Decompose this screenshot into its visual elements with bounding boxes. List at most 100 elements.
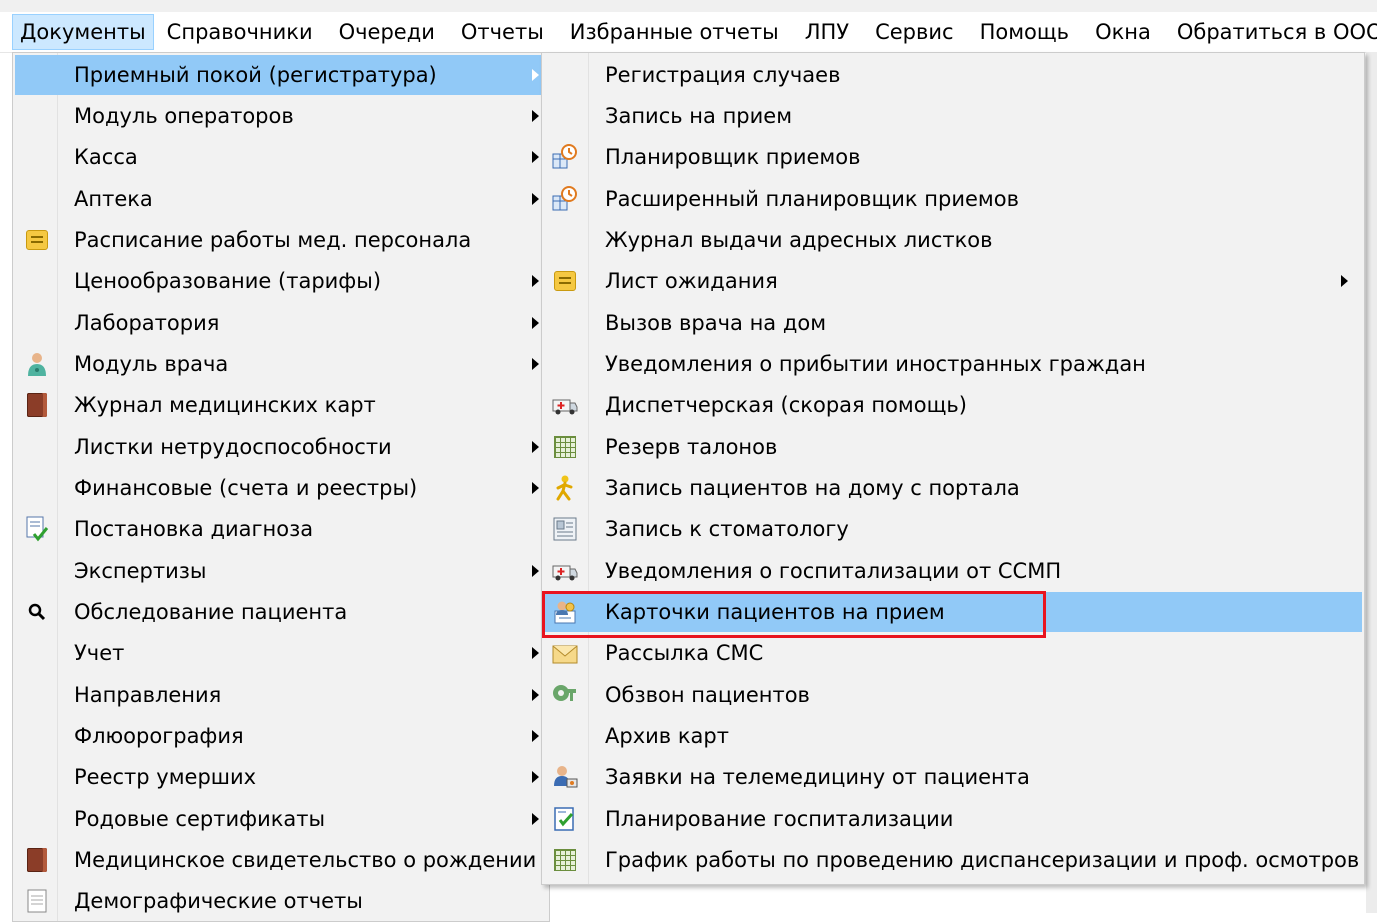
- submenu-item-card-archive[interactable]: Архив карт: [544, 716, 1362, 756]
- submenu-item-patient-calls[interactable]: Обзвон пациентов: [544, 675, 1362, 715]
- book-icon: [552, 723, 578, 749]
- patient-cards-icon: [552, 599, 578, 625]
- menu-item-accounting[interactable]: Учет: [15, 633, 547, 673]
- submenu-arrow-icon: [532, 813, 539, 825]
- grid-icon: [552, 434, 578, 460]
- menu-reports[interactable]: Отчеты: [448, 14, 557, 50]
- menu-queues[interactable]: Очереди: [326, 14, 448, 50]
- menu-item-fluorography[interactable]: Флюорография: [15, 716, 547, 756]
- menu-item-pricing[interactable]: Ценообразование (тарифы): [15, 261, 547, 301]
- menu-item-expertise[interactable]: Экспертизы: [15, 551, 547, 591]
- menu-item-label: Приемный покой (регистратура): [74, 63, 437, 87]
- submenu-arrow-icon: [532, 647, 539, 659]
- menu-item-referrals[interactable]: Направления: [15, 675, 547, 715]
- submenu-arrow-icon: [532, 69, 539, 81]
- submenu-item-label: Запись на прием: [605, 104, 793, 128]
- toolbar-remnant: [0, 0, 1377, 12]
- submenu-item-home-visit[interactable]: Вызов врача на дом: [544, 303, 1362, 343]
- submenu-item-hospitalization-notices[interactable]: Уведомления о госпитализации от ССМП: [544, 551, 1362, 591]
- submenu-item-label: Вызов врача на дом: [605, 311, 827, 335]
- menu-documents[interactable]: Документы: [12, 14, 154, 50]
- menu-item-label: Ценообразование (тарифы): [74, 269, 382, 293]
- book-icon: [552, 351, 578, 377]
- menu-item-label: Постановка диагноза: [74, 517, 314, 541]
- submenu-item-label: Архив карт: [605, 724, 729, 748]
- submenu-item-dentist-booking[interactable]: Запись к стоматологу: [544, 509, 1362, 549]
- submenu-item-hospitalization-planning[interactable]: Планирование госпитализации: [544, 799, 1362, 839]
- menu-item-sick-leaves[interactable]: Листки нетрудоспособности: [15, 427, 547, 467]
- submenu-item-extended-scheduler[interactable]: Расширенный планировщик приемов: [544, 179, 1362, 219]
- menu-item-laboratory[interactable]: Лаборатория: [15, 303, 547, 343]
- submenu-item-telemedicine-requests[interactable]: Заявки на телемедицину от пациента: [544, 757, 1362, 797]
- menu-item-label: Модуль врача: [74, 352, 229, 376]
- menu-item-financial[interactable]: Финансовые (счета и реестры): [15, 468, 547, 508]
- note-icon: [552, 268, 578, 294]
- menu-item-staff-schedule[interactable]: Расписание работы мед. персонала: [15, 220, 547, 260]
- submenu-arrow-icon: [532, 275, 539, 287]
- book-icon: [552, 62, 578, 88]
- menu-windows[interactable]: Окна: [1082, 14, 1164, 50]
- submenu-item-appointment[interactable]: Запись на прием: [544, 96, 1362, 136]
- menu-contact-vendor[interactable]: Обратиться в ООО "М: [1164, 14, 1377, 50]
- menu-item-demographic-reports[interactable]: Демографические отчеты: [15, 881, 547, 921]
- menu-item-label: Реестр умерших: [74, 765, 257, 789]
- book-icon: [552, 103, 578, 129]
- submenu-item-ticket-reserve[interactable]: Резерв талонов: [544, 427, 1362, 467]
- menu-item-label: Демографические отчеты: [74, 889, 363, 913]
- menu-bar: Документы Справочники Очереди Отчеты Изб…: [0, 12, 1377, 53]
- scheduler-clock-icon: [552, 186, 578, 212]
- menu-item-birth-certificates[interactable]: Родовые сертификаты: [15, 799, 547, 839]
- submenu-item-address-sheets-journal[interactable]: Журнал выдачи адресных листков: [544, 220, 1362, 260]
- submenu-arrow-icon: [532, 151, 539, 163]
- menu-item-label: Учет: [74, 641, 125, 665]
- submenu-item-foreign-citizens[interactable]: Уведомления о прибытии иностранных гражд…: [544, 344, 1362, 384]
- submenu-item-ambulance-dispatch[interactable]: Диспетчерская (скорая помощь): [544, 385, 1362, 425]
- menu-item-doctor-module[interactable]: Модуль врача: [15, 344, 547, 384]
- ambulance-icon: [552, 558, 578, 584]
- submenu-item-label: Обзвон пациентов: [605, 683, 810, 707]
- submenu-item-portal-home-booking[interactable]: Запись пациентов на дому с портала: [544, 468, 1362, 508]
- submenu-item-label: Запись пациентов на дому с портала: [605, 476, 1020, 500]
- menu-item-reception[interactable]: Приемный покой (регистратура): [15, 55, 547, 95]
- menu-item-pharmacy[interactable]: Аптека: [15, 179, 547, 219]
- submenu-arrow-icon: [532, 317, 539, 329]
- telemedicine-icon: [552, 764, 578, 790]
- submenu-item-label: Расширенный планировщик приемов: [605, 187, 1019, 211]
- submenu-item-label: Журнал выдачи адресных листков: [605, 228, 993, 252]
- submenu-item-label: График работы по проведению диспансериза…: [605, 848, 1360, 872]
- submenu-item-patient-cards[interactable]: Карточки пациентов на прием: [544, 592, 1362, 632]
- menu-help[interactable]: Помощь: [967, 14, 1083, 50]
- menu-item-label: Родовые сертификаты: [74, 807, 326, 831]
- menu-item-med-cards-journal[interactable]: Журнал медицинских карт: [15, 385, 547, 425]
- menu-item-deceased-registry[interactable]: Реестр умерших: [15, 757, 547, 797]
- menu-favorite-reports[interactable]: Избранные отчеты: [557, 14, 792, 50]
- submenu-item-label: Рассылка СМС: [605, 641, 764, 665]
- submenu-item-dispensary-schedule[interactable]: График работы по проведению диспансериза…: [544, 840, 1362, 880]
- submenu-item-label: Уведомления о госпитализации от ССМП: [605, 559, 1062, 583]
- book-icon: [15, 840, 59, 880]
- submenu-arrow-icon: [532, 441, 539, 453]
- submenu-arrow-icon: [532, 358, 539, 370]
- doctor-icon: [15, 344, 59, 384]
- menu-item-operators-module[interactable]: Модуль операторов: [15, 96, 547, 136]
- submenu-item-case-registration[interactable]: Регистрация случаев: [544, 55, 1362, 95]
- menu-item-label: Модуль операторов: [74, 104, 294, 128]
- submenu-item-label: Уведомления о прибытии иностранных гражд…: [605, 352, 1146, 376]
- menu-references[interactable]: Справочники: [154, 14, 326, 50]
- menu-item-label: Медицинское свидетельство о рождении: [74, 848, 537, 872]
- menu-item-cashier[interactable]: Касса: [15, 137, 547, 177]
- menu-lpu[interactable]: ЛПУ: [792, 14, 862, 50]
- submenu-arrow-icon: [532, 110, 539, 122]
- menu-item-patient-exam[interactable]: Обследование пациента: [15, 592, 547, 632]
- menu-service[interactable]: Сервис: [862, 14, 966, 50]
- ambulance-icon: [552, 392, 578, 418]
- submenu-item-scheduler[interactable]: Планировщик приемов: [544, 137, 1362, 177]
- menu-item-diagnosis[interactable]: Постановка диагноза: [15, 509, 547, 549]
- menu-item-label: Аптека: [74, 187, 153, 211]
- submenu-item-waiting-list[interactable]: Лист ожидания: [544, 261, 1362, 301]
- submenu-item-sms-mailing[interactable]: Рассылка СМС: [544, 633, 1362, 673]
- note-icon: [15, 220, 59, 260]
- menu-item-birth-medical-certificate[interactable]: Медицинское свидетельство о рождении: [15, 840, 547, 880]
- submenu-arrow-icon: [532, 771, 539, 783]
- document-icon: [15, 881, 59, 921]
